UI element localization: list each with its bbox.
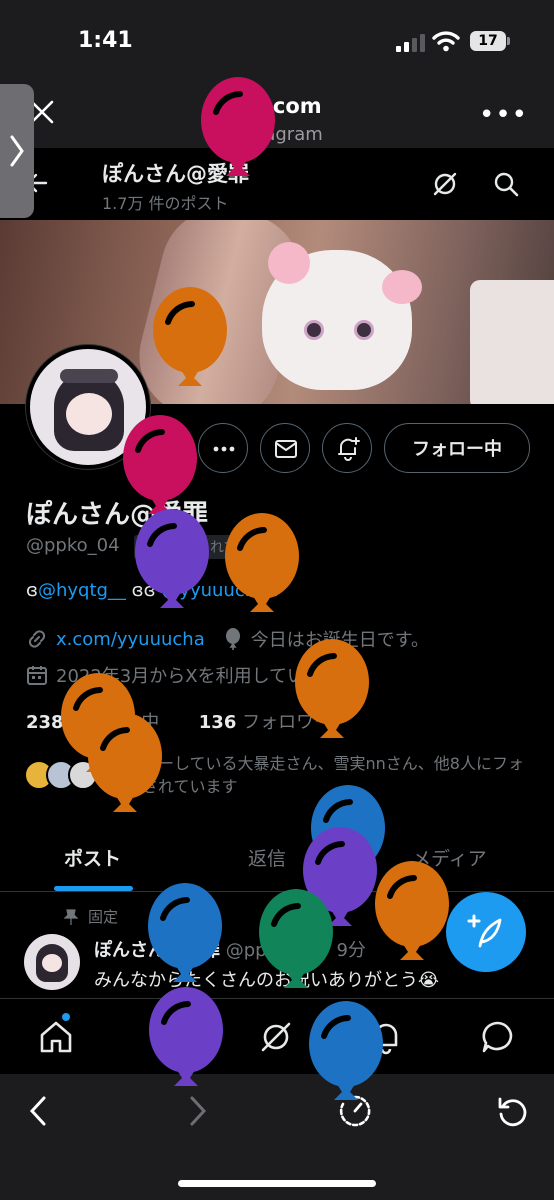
profile-avatar[interactable]: [26, 345, 150, 469]
source-app-label: Instagram: [231, 124, 323, 145]
birthday-text: 今日はお誕生日です。: [250, 630, 429, 651]
profile-meta-row: x.com/yyuuucha 今日はお誕生日です。: [26, 626, 429, 652]
cell-signal-icon: [396, 34, 425, 52]
profile-website[interactable]: x.com/yyuuucha: [56, 629, 205, 650]
header-post-count: 1.7万 件のポスト: [102, 194, 229, 213]
post-author-line: ぽんさん@愛罪 @ppko_04 · 9分: [94, 936, 366, 962]
banner-object: [470, 280, 554, 404]
link-icon: [28, 630, 46, 648]
side-handle[interactable]: [0, 84, 34, 218]
banner-bow-left: [268, 242, 310, 284]
browser-toolbar: [0, 1074, 554, 1200]
wifi-icon: [432, 31, 460, 52]
header-name: ぽんさん@愛罪: [102, 162, 249, 186]
banner-eye-left: [304, 320, 324, 340]
profile-header-bar: ぽんさん@愛罪 1.7万 件のポスト: [0, 148, 554, 220]
ios-status-bar: 1:41 17: [0, 0, 554, 84]
profile-handle: @ppko_04: [26, 535, 120, 556]
following-button[interactable]: フォロー中: [384, 423, 530, 473]
more-icon: [213, 446, 235, 452]
url-label[interactable]: x.com: [0, 94, 554, 118]
joined-row: 2022年3月からXを利用しています: [26, 662, 363, 688]
followed-by-avatars: [24, 760, 106, 790]
status-time: 1:41: [78, 28, 133, 53]
browser-more-icon[interactable]: •••: [479, 100, 528, 130]
bio-suffix: ɞ: [267, 580, 280, 601]
lock-icon: [232, 99, 245, 114]
following-count[interactable]: 238: [26, 712, 64, 733]
compose-icon: [467, 914, 502, 948]
followers-count[interactable]: 136: [199, 712, 237, 733]
bell-plus-icon: [338, 437, 360, 461]
pinned-label: 固定: [88, 908, 119, 926]
speed-icon[interactable]: [338, 1094, 372, 1128]
bio-middle: ɞɞ: [131, 580, 156, 601]
notify-button[interactable]: [322, 423, 372, 473]
balloon-icon: [225, 628, 240, 650]
battery-indicator: 17: [470, 31, 510, 51]
profile-bio: ɞ@hyqtg__ ɞɞ @yyuuuchaɞ: [26, 580, 279, 601]
avatar-headband: [60, 369, 118, 383]
grok-icon[interactable]: [258, 1019, 294, 1055]
tab-media[interactable]: メディア: [412, 844, 487, 871]
profile-tabs: ポスト 返信 メディア: [0, 826, 554, 892]
post-author-avatar[interactable]: [24, 934, 80, 990]
tab-posts[interactable]: ポスト: [64, 844, 121, 871]
display-name: ぽんさん@愛罪: [26, 500, 209, 530]
post-text: みんなからたくさんのお祝いありがとう😭: [94, 970, 440, 991]
chevron-right-icon[interactable]: [349, 665, 363, 685]
post-time: · 9分: [325, 940, 366, 961]
search-icon[interactable]: [492, 170, 520, 198]
url-text: x.com: [251, 94, 322, 118]
pin-icon: [64, 908, 78, 925]
grok-icon[interactable]: [431, 170, 459, 198]
bio-prefix: ɞ: [26, 580, 38, 601]
avatar-face: [66, 393, 112, 435]
mail-icon: [275, 440, 297, 458]
notifications-icon[interactable]: [368, 1019, 404, 1055]
followers-label[interactable]: フォロワー: [242, 712, 332, 733]
home-indicator: [178, 1180, 376, 1187]
forward-chevron-icon[interactable]: [180, 1094, 214, 1128]
tab-active-indicator: [54, 886, 133, 891]
banner-eye-right: [354, 320, 374, 340]
pinned-label-row: 固定: [64, 906, 118, 927]
follows-you-badge: フォローされています: [134, 535, 286, 559]
post-author-handle: @ppko_04: [225, 940, 320, 961]
reload-icon[interactable]: [496, 1094, 530, 1128]
back-chevron-icon[interactable]: [22, 1094, 56, 1128]
joined-text: 2022年3月からXを利用しています: [56, 666, 342, 687]
following-label[interactable]: フォロー中: [69, 712, 159, 733]
post-avatar-face: [42, 954, 62, 972]
bio-mention-2[interactable]: @yyuuucha: [161, 580, 267, 601]
browser-address-bar[interactable]: x.com Instagram •••: [0, 84, 554, 148]
followed-by-text: フォローしている大暴走さん、雪実nnさん、他8人にフォローされています: [110, 754, 524, 796]
home-notification-dot: [62, 1013, 70, 1021]
follow-stats: 238 フォロー中 136 フォロワー: [26, 708, 332, 734]
bio-mention-1[interactable]: @hyqtg__: [38, 580, 126, 601]
post-author-name[interactable]: ぽんさん@愛罪: [94, 940, 220, 961]
messages-icon[interactable]: [480, 1019, 516, 1055]
mini-avatar: [68, 760, 98, 790]
tab-replies[interactable]: 返信: [248, 844, 286, 871]
more-button[interactable]: [198, 423, 248, 473]
calendar-icon: [27, 666, 47, 685]
message-button[interactable]: [260, 423, 310, 473]
home-icon[interactable]: [38, 1019, 74, 1055]
chevron-right-icon: [10, 135, 24, 167]
compose-button[interactable]: [446, 892, 526, 972]
app-bottom-nav: [0, 998, 554, 1074]
banner-bow-right: [382, 270, 422, 304]
search-icon[interactable]: [148, 1019, 184, 1055]
